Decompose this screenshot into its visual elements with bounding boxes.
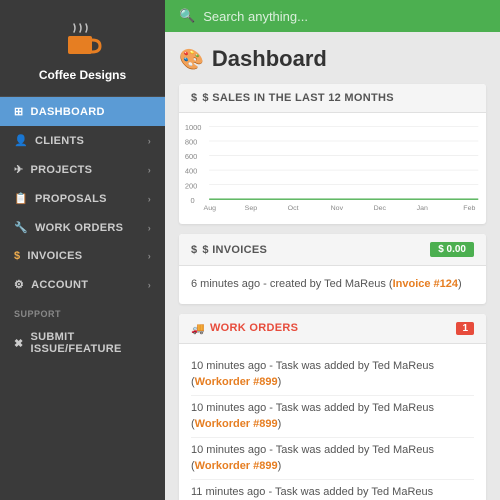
work-orders-card-body: 10 minutes ago - Task was added by Ted M… (179, 344, 486, 500)
sidebar-item-label: Work Orders (35, 222, 123, 234)
svg-text:Oct: Oct (288, 205, 299, 212)
submit-issue-icon: ✖ (14, 337, 24, 350)
svg-text:400: 400 (185, 167, 197, 176)
work-orders-card: 🚚 Work Orders 1 10 minutes ago - Task wa… (179, 314, 486, 500)
sidebar-item-account[interactable]: ⚙ Account › (0, 270, 165, 299)
work-order-entry: 10 minutes ago - Task was added by Ted M… (191, 438, 474, 480)
proposals-icon: 📋 (14, 192, 28, 205)
chevron-right-icon: › (148, 251, 151, 261)
work-order-entry: 10 minutes ago - Task was added by Ted M… (191, 354, 474, 396)
svg-text:1000: 1000 (185, 123, 202, 132)
search-input[interactable] (203, 9, 486, 24)
sidebar-item-label: Projects (31, 164, 93, 176)
invoice-entry: 6 minutes ago - created by Ted MaReus (I… (191, 276, 474, 294)
work-orders-card-header: 🚚 Work Orders 1 (179, 314, 486, 344)
search-icon: 🔍 (179, 8, 195, 24)
chevron-right-icon: › (148, 165, 151, 175)
sidebar-item-proposals[interactable]: 📋 Proposals › (0, 184, 165, 213)
clients-icon: 👤 (14, 134, 28, 147)
sales-chart-card: $ $ Sales In The Last 12 Months 1000 800… (179, 84, 486, 224)
chevron-right-icon: › (148, 280, 151, 290)
sidebar-item-label: Clients (35, 135, 84, 147)
svg-text:0: 0 (190, 196, 194, 205)
sidebar-item-dashboard[interactable]: ⊞ Dashboard (0, 97, 165, 126)
sidebar-item-projects[interactable]: ✈ Projects › (0, 155, 165, 184)
coffee-cup-icon (61, 18, 105, 62)
sidebar-item-label: Proposals (35, 193, 107, 205)
svg-text:Dec: Dec (374, 205, 387, 212)
work-orders-card-title: 🚚 Work Orders (191, 322, 298, 335)
dollar-sign-icon: $ (191, 244, 197, 256)
svg-text:Jan: Jan (417, 205, 428, 212)
palette-icon: 🎨 (179, 47, 204, 72)
invoices-card-body: 6 minutes ago - created by Ted MaReus (I… (179, 266, 486, 304)
invoices-icon: $ (14, 250, 20, 262)
chevron-right-icon: › (148, 223, 151, 233)
chevron-right-icon: › (148, 194, 151, 204)
main-content: 🔍 🎨 Dashboard $ $ Sales In The Last 12 M… (165, 0, 500, 500)
sidebar-item-label: Account (31, 279, 88, 291)
sidebar-nav: ⊞ Dashboard 👤 Clients › ✈ Projects › 📋 P… (0, 97, 165, 500)
sidebar-item-submit-issue[interactable]: ✖ Submit Issue/Feature (0, 323, 165, 363)
invoices-card-header: $ $ Invoices $ 0.00 (179, 234, 486, 266)
dollar-icon: $ (191, 92, 197, 104)
workorders-truck-icon: 🚚 (191, 322, 205, 335)
sales-chart-header: $ $ Sales In The Last 12 Months (179, 84, 486, 113)
page-title: 🎨 Dashboard (179, 46, 486, 72)
invoices-card: $ $ Invoices $ 0.00 6 minutes ago - crea… (179, 234, 486, 304)
workorders-icon: 🔧 (14, 221, 28, 234)
sales-chart-title: $ $ Sales In The Last 12 Months (191, 92, 394, 104)
support-section-label: Support (0, 299, 165, 323)
dashboard-icon: ⊞ (14, 105, 24, 118)
invoices-badge: $ 0.00 (430, 242, 474, 257)
projects-icon: ✈ (14, 163, 24, 176)
sidebar-item-label: Submit Issue/Feature (31, 331, 151, 355)
sidebar-item-label: Invoices (27, 250, 82, 262)
workorder-link[interactable]: Workorder #899 (195, 376, 278, 388)
workorder-link[interactable]: Workorder #899 (195, 418, 278, 430)
chevron-right-icon: › (148, 136, 151, 146)
work-order-entry: 11 minutes ago - Task was added by Ted M… (191, 480, 474, 500)
sidebar-item-work-orders[interactable]: 🔧 Work Orders › (0, 213, 165, 242)
top-bar: 🔍 (165, 0, 500, 32)
account-icon: ⚙ (14, 278, 24, 291)
brand-name: Coffee Designs (39, 68, 126, 82)
content-area: 🎨 Dashboard $ $ Sales In The Last 12 Mon… (165, 32, 500, 500)
invoice-link[interactable]: Invoice #124 (393, 278, 458, 290)
svg-text:Feb: Feb (463, 205, 475, 212)
svg-text:Sep: Sep (245, 205, 258, 212)
sidebar: Coffee Designs ⊞ Dashboard 👤 Clients › ✈… (0, 0, 165, 500)
workorder-link[interactable]: Workorder #899 (195, 460, 278, 472)
invoices-card-title: $ $ Invoices (191, 244, 267, 256)
svg-text:600: 600 (185, 152, 197, 161)
svg-text:Nov: Nov (331, 205, 344, 212)
sidebar-item-label: Dashboard (31, 106, 105, 118)
work-orders-badge: 1 (456, 322, 474, 335)
svg-text:Aug: Aug (204, 205, 217, 212)
sidebar-item-clients[interactable]: 👤 Clients › (0, 126, 165, 155)
work-order-entry: 10 minutes ago - Task was added by Ted M… (191, 396, 474, 438)
svg-text:200: 200 (185, 181, 197, 190)
sidebar-logo: Coffee Designs (0, 0, 165, 97)
sales-chart-svg: 1000 800 600 400 200 0 Aug (183, 121, 482, 221)
svg-text:800: 800 (185, 138, 197, 147)
sales-chart-body: 1000 800 600 400 200 0 Aug (179, 113, 486, 224)
sidebar-item-invoices[interactable]: $ Invoices › (0, 242, 165, 270)
